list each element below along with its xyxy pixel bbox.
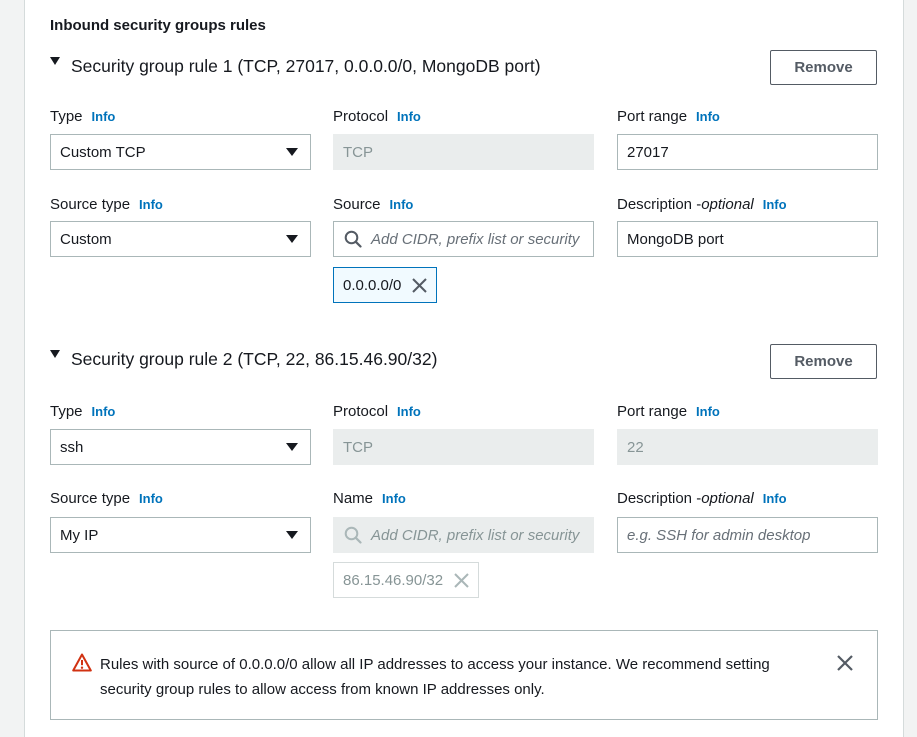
source-type-info-link[interactable]: Info xyxy=(139,197,163,212)
rule-1-source-type-label: Source type Info xyxy=(50,196,163,213)
rule-2-remove-button[interactable]: Remove xyxy=(770,344,877,379)
rule-1-type-value: Custom TCP xyxy=(60,143,146,161)
rule-2-name-search-input: Add CIDR, prefix list or security xyxy=(333,517,594,553)
section-title: Inbound security groups rules xyxy=(50,17,266,34)
source-placeholder: Add CIDR, prefix list or security xyxy=(371,230,580,248)
rule-1-port-range-label: Port range Info xyxy=(617,108,720,125)
protocol-info-link[interactable]: Info xyxy=(397,109,421,124)
close-icon[interactable] xyxy=(835,653,855,673)
rule-2-protocol-field: TCP xyxy=(333,429,594,465)
description-info-link[interactable]: Info xyxy=(763,491,787,506)
name-placeholder: Add CIDR, prefix list or security xyxy=(371,526,580,544)
source-info-link[interactable]: Info xyxy=(390,197,414,212)
rule-2-description-label: Description - optional Info xyxy=(617,490,787,507)
protocol-info-link[interactable]: Info xyxy=(397,404,421,419)
rule-1-port-range-input[interactable]: 27017 xyxy=(617,134,878,170)
rule-1-description-input[interactable]: MongoDB port xyxy=(617,221,878,257)
rule-2-protocol-label: Protocol Info xyxy=(333,403,421,420)
caret-down-icon xyxy=(286,235,298,243)
caret-down-icon xyxy=(286,531,298,539)
source-type-info-link[interactable]: Info xyxy=(139,491,163,506)
description-info-link[interactable]: Info xyxy=(763,197,787,212)
type-info-link[interactable]: Info xyxy=(92,109,116,124)
rule-1-remove-button[interactable]: Remove xyxy=(770,50,877,85)
rule-1-protocol-label: Protocol Info xyxy=(333,108,421,125)
rule-1-source-token: 0.0.0.0/0 xyxy=(333,267,438,303)
rule-1-protocol-field: TCP xyxy=(333,134,594,170)
rule-2-source-type-value: My IP xyxy=(60,526,99,544)
warning-alert: Rules with source of 0.0.0.0/0 allow all… xyxy=(50,630,878,720)
rule-2-title: Security group rule 2 (TCP, 22, 86.15.46… xyxy=(71,349,438,369)
port-range-info-link[interactable]: Info xyxy=(696,109,720,124)
rule-2-port-range-label: Port range Info xyxy=(617,403,720,420)
collapse-triangle-icon[interactable] xyxy=(50,56,60,65)
rule-2-source-token: 86.15.46.90/32 xyxy=(333,562,480,598)
search-icon xyxy=(344,230,362,248)
caret-down-icon xyxy=(286,443,298,451)
rule-2-source-type-select[interactable]: My IP xyxy=(50,517,311,553)
rule-2-header[interactable]: Security group rule 2 (TCP, 22, 86.15.46… xyxy=(50,349,437,370)
collapse-triangle-icon[interactable] xyxy=(50,349,60,358)
rule-1-type-select[interactable]: Custom TCP xyxy=(50,134,311,170)
remove-token-icon xyxy=(454,572,469,588)
rule-1-title: Security group rule 1 (TCP, 27017, 0.0.0… xyxy=(71,56,541,76)
description-placeholder: e.g. SSH for admin desktop xyxy=(627,526,811,544)
rule-2-description-input[interactable]: e.g. SSH for admin desktop xyxy=(617,517,878,553)
rule-1-source-type-value: Custom xyxy=(60,230,112,248)
rule-1-header[interactable]: Security group rule 1 (TCP, 27017, 0.0.0… xyxy=(50,56,541,77)
search-icon xyxy=(344,526,362,544)
caret-down-icon xyxy=(286,148,298,156)
rule-1-description-label: Description - optional Info xyxy=(617,196,787,213)
name-info-link[interactable]: Info xyxy=(382,491,406,506)
rule-2-name-label: Name Info xyxy=(333,490,406,507)
rule-2-port-range-field: 22 xyxy=(617,429,878,465)
rule-2-type-value: ssh xyxy=(60,438,84,456)
type-info-link[interactable]: Info xyxy=(92,404,116,419)
rule-1-source-search-input[interactable]: Add CIDR, prefix list or security xyxy=(333,221,594,257)
rule-2-type-select[interactable]: ssh xyxy=(50,429,311,465)
rule-1-source-type-select[interactable]: Custom xyxy=(50,221,311,257)
rule-1-type-label: Type Info xyxy=(50,108,116,125)
port-range-info-link[interactable]: Info xyxy=(696,404,720,419)
alert-message: Rules with source of 0.0.0.0/0 allow all… xyxy=(100,656,770,698)
remove-token-icon[interactable] xyxy=(411,277,428,294)
warning-icon xyxy=(72,653,92,672)
rule-2-source-type-label: Source type Info xyxy=(50,490,163,507)
rule-2-type-label: Type Info xyxy=(50,403,116,420)
rule-1-source-label: Source Info xyxy=(333,196,414,213)
